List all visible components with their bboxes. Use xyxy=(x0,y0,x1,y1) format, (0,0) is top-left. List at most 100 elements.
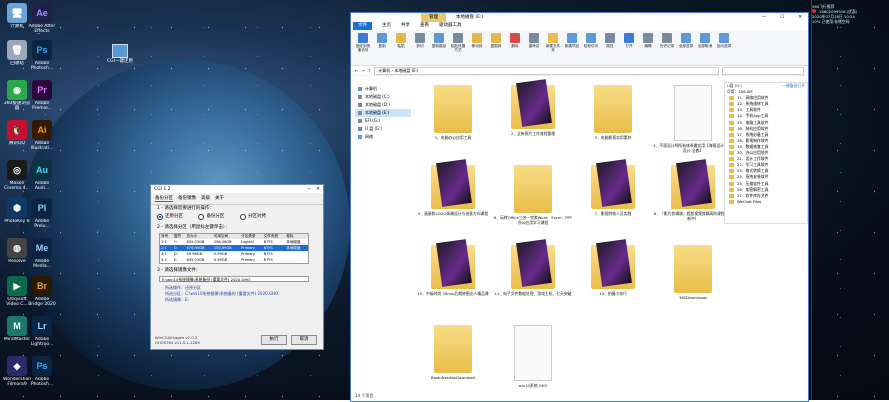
cover-image xyxy=(436,239,472,287)
nav-item[interactable]: 网络 xyxy=(355,133,411,141)
address-bar[interactable]: 计算机 › 本地磁盘 (E:) xyxy=(374,66,719,75)
ribbon-button[interactable]: 复制路径 xyxy=(431,32,447,63)
up-icon[interactable]: ↑ xyxy=(368,68,371,73)
ribbon-button[interactable]: 编辑 xyxy=(640,32,656,63)
desktop-icon[interactable]: 🖥 计算机 xyxy=(3,3,31,34)
app-icon: ◍ xyxy=(7,238,27,258)
ribbon-button[interactable]: 新建项目 xyxy=(564,32,580,63)
desktop-icon[interactable]: ◍ Resolve xyxy=(3,238,31,269)
cgi-tab-image[interactable]: 备份镜像 xyxy=(178,195,196,202)
minimize-icon[interactable]: — xyxy=(762,15,767,20)
desktop-icon[interactable]: ◉ 360极速浏览器 xyxy=(3,80,31,111)
desktop-icon[interactable]: 🗑 回收站 xyxy=(3,40,31,71)
close-icon[interactable]: ✕ xyxy=(316,187,320,192)
ribbon-button[interactable]: 属性 xyxy=(602,32,618,63)
usb-open-link[interactable]: 一键备份打开 xyxy=(782,83,805,89)
desktop-icon[interactable]: ◆ Wondershare Filmora9 xyxy=(3,356,31,387)
cgi-titlebar[interactable]: CGI 1.2 — ✕ xyxy=(151,185,323,193)
file-item[interactable]: 360Downloads xyxy=(653,245,733,300)
desktop-icon[interactable]: ⬢ PhotoKey 8 xyxy=(3,198,31,229)
desktop-icon[interactable]: Lr Adobe Lightroo... xyxy=(28,316,56,347)
desktop-icon[interactable]: ◎ Maxon Cinema 4... xyxy=(3,160,31,191)
file-item[interactable]: 7、影视特效人员实践 xyxy=(573,159,653,216)
ribbon-label: 反向选择 xyxy=(716,44,732,48)
ribbon-label: 历史记录 xyxy=(659,44,675,48)
ribbon-button[interactable]: 复制到 xyxy=(488,32,504,63)
ribbon-button[interactable]: 全部取消 xyxy=(697,32,713,63)
radio-copy[interactable]: 分区对拷 xyxy=(239,214,266,220)
ribbon-button[interactable]: 固定到快速访问 xyxy=(355,32,371,63)
file-item[interactable]: 11、电子文件数据处理、游戏主机、七天突破 xyxy=(493,239,573,296)
nav-item[interactable]: 本地磁盘 (C:) xyxy=(355,93,411,101)
menu-view[interactable]: 查看 xyxy=(420,22,429,30)
file-item[interactable]: 4、平面设计师所有体系最实用【海报设计 电商设计 全套】 xyxy=(653,85,733,153)
close-icon[interactable]: ✕ xyxy=(798,15,802,20)
back-icon[interactable]: ← xyxy=(355,68,358,73)
radio-restore[interactable]: 还原分区 xyxy=(157,214,183,220)
ribbon-button[interactable]: 粘贴快捷方式 xyxy=(450,32,466,63)
file-item[interactable]: 8、『影片剪辑课』超超视频剪辑高阶课程（更新中） xyxy=(653,159,733,221)
ribbon-button[interactable]: 剪切 xyxy=(412,32,428,63)
menu-file[interactable]: 文件 xyxy=(353,22,372,30)
ribbon-button[interactable]: 复制 xyxy=(374,32,390,63)
file-item[interactable]: win10系统.GHO xyxy=(493,325,573,388)
search-input[interactable] xyxy=(722,66,804,75)
ribbon-button[interactable]: 移动到 xyxy=(469,32,485,63)
cover-image xyxy=(676,159,712,207)
menu-share[interactable]: 共享 xyxy=(401,22,410,30)
file-item[interactable]: BaiduNetdiskDownload xyxy=(413,325,493,380)
ribbon-button[interactable]: 全部选择 xyxy=(678,32,694,63)
manage-tab[interactable]: 管理 xyxy=(421,13,446,22)
desktop-icon[interactable]: Au Adobe Audi... xyxy=(28,160,56,191)
file-item[interactable]: 13、拍摄小技巧 xyxy=(573,239,653,296)
minimize-icon[interactable]: — xyxy=(307,187,312,192)
desktop-icon[interactable]: ▶ Oskysoft Video C... xyxy=(3,276,31,307)
ribbon-button[interactable]: 新建文件夹 xyxy=(545,32,561,63)
explorer-titlebar[interactable]: 管理 本地磁盘 (E:) — ☐ ✕ xyxy=(351,13,808,22)
nav-item[interactable]: 计算机 xyxy=(355,85,411,93)
desktop-icon[interactable]: Ps Adobe Photosh... xyxy=(28,40,56,71)
desktop-icon[interactable]: Pl Adobe Prelu... xyxy=(28,198,56,229)
table-row[interactable]: 3:2 E: 835.03GB 0.99GB Primary NTFS xyxy=(160,257,309,264)
desktop-icon[interactable]: Br Adobe Bridge 2020 xyxy=(28,276,56,307)
execute-button[interactable]: 执行 xyxy=(261,335,287,345)
dropped-desktop-icon[interactable]: CGI一键还原 xyxy=(105,44,135,64)
desktop-icon[interactable]: Pr Adobe Premie... xyxy=(28,80,56,111)
nav-item[interactable]: EFI (G:) xyxy=(355,117,411,125)
usb-folder-item[interactable]: WeChat Files xyxy=(725,199,807,205)
file-item[interactable]: 5、画册和LOGO高端设计与创意方向课程 xyxy=(413,159,493,216)
cgi-tab-backup[interactable]: 备份分区 xyxy=(155,195,173,202)
forward-icon[interactable]: → xyxy=(361,68,364,73)
ribbon-button[interactable]: 打开 xyxy=(621,32,637,63)
desktop-icon-label: Adobe Bridge 2020 xyxy=(28,297,56,307)
file-item[interactable]: 1、电脑办公应用工具 xyxy=(413,85,493,140)
file-item[interactable]: 6、玩转Office三合一完美Word、Excel、PPT办公应用学习课程 xyxy=(493,165,573,225)
file-item[interactable]: 10、中级时尚 30min后期修图达人精品课 xyxy=(413,239,493,296)
file-item[interactable]: 3、电脑影视实用素材 xyxy=(573,85,653,140)
cgi-tab-about[interactable]: 关于 xyxy=(215,195,224,202)
desktop-icon[interactable]: AeAdobe After Effects (Be... xyxy=(28,3,56,34)
menu-home[interactable]: 主页 xyxy=(382,22,391,30)
ribbon-button[interactable]: 历史记录 xyxy=(659,32,675,63)
desktop-icon[interactable]: Me Adobe Media... xyxy=(28,238,56,269)
maximize-icon[interactable]: ☐ xyxy=(780,15,784,20)
image-path-field[interactable]: E:\win10系统镜像\系统备份 (重要文件) 2020.GHO xyxy=(159,276,309,282)
status-bar: 14 个项目 xyxy=(355,393,374,398)
desktop-icon[interactable]: M MindMaster xyxy=(3,316,31,347)
nav-item[interactable]: 本地磁盘 (D:) xyxy=(355,101,411,109)
ribbon-button[interactable]: 轻松访问 xyxy=(583,32,599,63)
cancel-button[interactable]: 取消 xyxy=(291,335,317,345)
radio-backup[interactable]: 备份分区 xyxy=(198,214,224,220)
cgi-tab-advanced[interactable]: 高级 xyxy=(201,195,210,202)
desktop-icon[interactable]: Ai Adobe Illustrati... xyxy=(28,120,56,151)
ribbon-button[interactable]: 粘贴 xyxy=(393,32,409,63)
file-item[interactable]: 2、全新照片工作流程整理 xyxy=(493,79,573,136)
nav-item[interactable]: U 盘 (G:) xyxy=(355,125,411,133)
ribbon-button[interactable]: 重命名 xyxy=(526,32,542,63)
desktop-icon[interactable]: Ps Adobe Photosh... xyxy=(28,356,56,387)
nav-item[interactable]: 本地磁盘 (E:) xyxy=(355,109,411,117)
menu-drive-tools[interactable]: 驱动器工具 xyxy=(439,22,462,30)
ribbon-button[interactable]: 删除 xyxy=(507,32,523,63)
ribbon-button[interactable]: 反向选择 xyxy=(716,32,732,63)
desktop-icon[interactable]: 🐧 腾讯QQ xyxy=(3,120,31,151)
